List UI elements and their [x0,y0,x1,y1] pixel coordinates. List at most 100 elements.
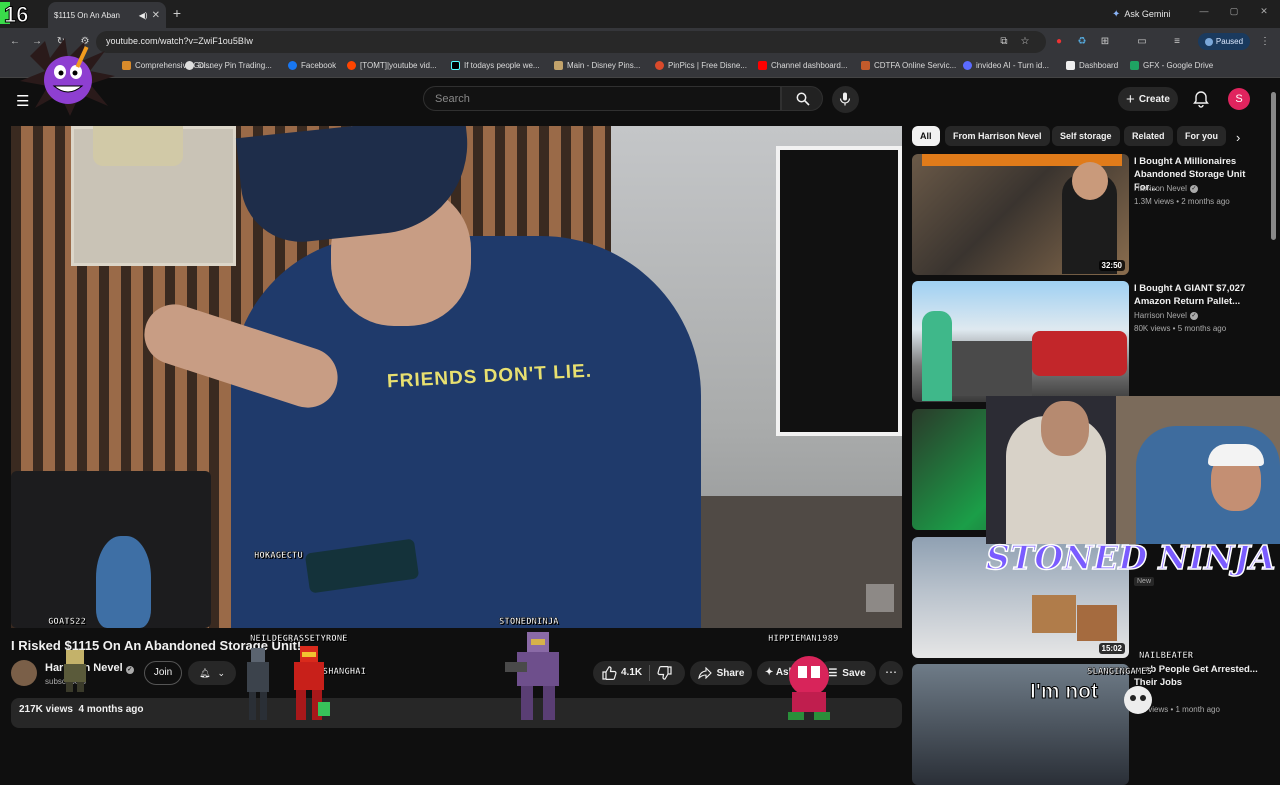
chip-all[interactable]: All [912,126,940,146]
like-icon[interactable] [601,665,617,681]
bookmark-item[interactable]: invideo AI - Turn id... [963,61,1049,70]
search-input[interactable]: Search [423,86,781,111]
page-scrollbar[interactable] [1271,92,1276,240]
channel-avatar[interactable] [11,660,37,686]
chip-for-you[interactable]: For you [1177,126,1226,146]
channel-watermark-icon[interactable] [866,584,894,612]
webcam-cap [1208,444,1264,466]
video-frame-person-body [231,236,701,628]
chat-username: GOATS22 [48,617,86,627]
bookmark-favicon [1066,61,1075,70]
account-avatar[interactable]: S [1228,88,1250,110]
close-window-icon[interactable]: ✕ [1256,6,1272,17]
rec-channel-name: Harrison Nevel [1134,311,1187,320]
video-duration: 15:02 [1098,643,1125,654]
view-stats: 217K views 4 months ago [19,704,144,715]
media-controls-icon[interactable]: ≡ [1170,35,1184,49]
bookmark-item[interactable]: GFX - Google Drive [1130,61,1213,70]
profile-paused-button[interactable]: Paused [1198,33,1250,50]
bell-icon[interactable] [1192,90,1210,108]
chat-username: STONEDNINJA [499,617,559,627]
voice-search-button[interactable] [832,86,859,113]
ask-gemini-label: Ask Gemini [1124,9,1171,19]
chevron-right-icon[interactable]: › [1236,130,1240,145]
bookmark-label: Main - Disney Pins... [567,61,641,70]
restore-icon[interactable]: ▢ [1226,6,1242,17]
chip-from-channel[interactable]: From Harrison Nevel [945,126,1050,146]
reddit-icon [347,61,356,70]
like-dislike-group: 4.1K [593,661,685,685]
chip-self-storage[interactable]: Self storage [1052,126,1120,146]
tab-search-icon[interactable]: ▭ [1135,35,1149,49]
video-player[interactable]: FRIENDS DON'T LIE. [11,126,902,628]
browser-tab-active[interactable]: $1115 On An Aban ◀) ✕ [48,2,166,28]
bookmark-item[interactable]: Disney Pin Trading... [185,61,272,70]
thumb-crate [1032,595,1076,633]
more-actions-button[interactable]: ⋯ [879,661,903,685]
search-icon [796,92,810,106]
verified-icon: ✓ [1189,311,1198,320]
share-button[interactable]: Share [690,661,752,685]
chevron-down-icon: ⌄ [217,667,225,678]
video-duration: 32:50 [1098,260,1125,271]
extension-red-icon[interactable]: ● [1052,35,1066,49]
video-frame-play-button-emblem [93,126,183,166]
bookmark-favicon [861,61,870,70]
chat-username: HOKAGECTU [254,551,303,561]
rec-meta: 1.3M views • 2 months ago [1134,197,1230,206]
thumb-pallet-boxes [952,341,1032,396]
rec-channel[interactable]: Harrison Nevel ✓ [1134,184,1198,193]
close-tab-icon[interactable]: ✕ [152,10,160,21]
verified-icon: ✓ [125,666,134,674]
bookmark-item[interactable]: Facebook [288,61,336,70]
bookmark-star-icon[interactable]: ☆ [1018,35,1032,49]
install-app-icon[interactable]: ⧉ [997,35,1011,49]
new-tab-button[interactable]: + [170,5,184,21]
like-divider [649,665,650,681]
rec-thumbnail[interactable] [912,281,1129,402]
extension-blue-icon[interactable]: ♻ [1075,35,1089,49]
extensions-puzzle-icon[interactable]: ⊞ [1098,35,1112,49]
bookmark-item[interactable]: [TOMT]|youtube vid... [347,61,437,70]
chat-username: NAILBEATER [1139,651,1194,661]
rec-title[interactable]: I Bought A GIANT $7,027 Amazon Return Pa… [1134,282,1262,308]
like-count: 4.1K [621,667,643,678]
sprite-spartan-icon [505,632,559,720]
meme-overlay-text: I'm not [1030,680,1099,704]
speaker-icon[interactable]: ◀) [139,11,148,20]
thumb-box [1077,605,1117,641]
upload-age: 4 months ago [78,704,144,715]
dislike-icon[interactable] [657,665,673,681]
minimize-icon[interactable]: — [1196,6,1212,16]
bookmark-item[interactable]: PinPics | Free Disne... [655,61,747,70]
url-text: youtube.com/watch?v=ZwiF1ou5BIw [106,36,253,46]
profile-avatar-icon [1204,37,1213,46]
ask-gemini-button[interactable]: ✦ Ask Gemini [1104,5,1178,23]
bookmark-item[interactable]: Dashboard [1066,61,1118,70]
bookmark-item[interactable]: If todays people we... [451,61,540,70]
bookmark-label: Disney Pin Trading... [198,61,272,70]
search-placeholder: Search [435,93,470,105]
bookmark-item[interactable]: Channel dashboard... [758,61,848,70]
share-icon [697,667,712,679]
browser-menu-icon[interactable]: ⋮ [1258,35,1272,49]
bookmark-label: If todays people we... [464,61,540,70]
youtube-header: ☰ Search + Create S [0,78,1280,122]
subscribed-notifications-button[interactable]: 🔔︎ ⌄ [188,661,236,685]
rec-channel[interactable]: Harrison Nevel ✓ [1134,311,1198,320]
bookmark-favicon [554,61,563,70]
description-box[interactable] [11,698,902,728]
thumb-person-green [922,311,952,401]
rec-thumbnail[interactable]: 32:50 [912,154,1129,275]
address-bar[interactable]: youtube.com/watch?v=ZwiF1ou5BIw [96,31,1046,53]
bookmark-label: PinPics | Free Disne... [668,61,747,70]
join-button[interactable]: Join [144,661,182,685]
sprite-soldier-icon [64,650,86,692]
webcam-person-left-face [1041,401,1089,456]
bookmark-item[interactable]: Main - Disney Pins... [554,61,640,70]
search-button[interactable] [781,86,823,111]
bookmark-item[interactable]: CDTFA Online Servic... [861,61,956,70]
create-button[interactable]: + Create [1118,87,1178,111]
chip-related[interactable]: Related [1124,126,1173,146]
bookmark-favicon [963,61,972,70]
